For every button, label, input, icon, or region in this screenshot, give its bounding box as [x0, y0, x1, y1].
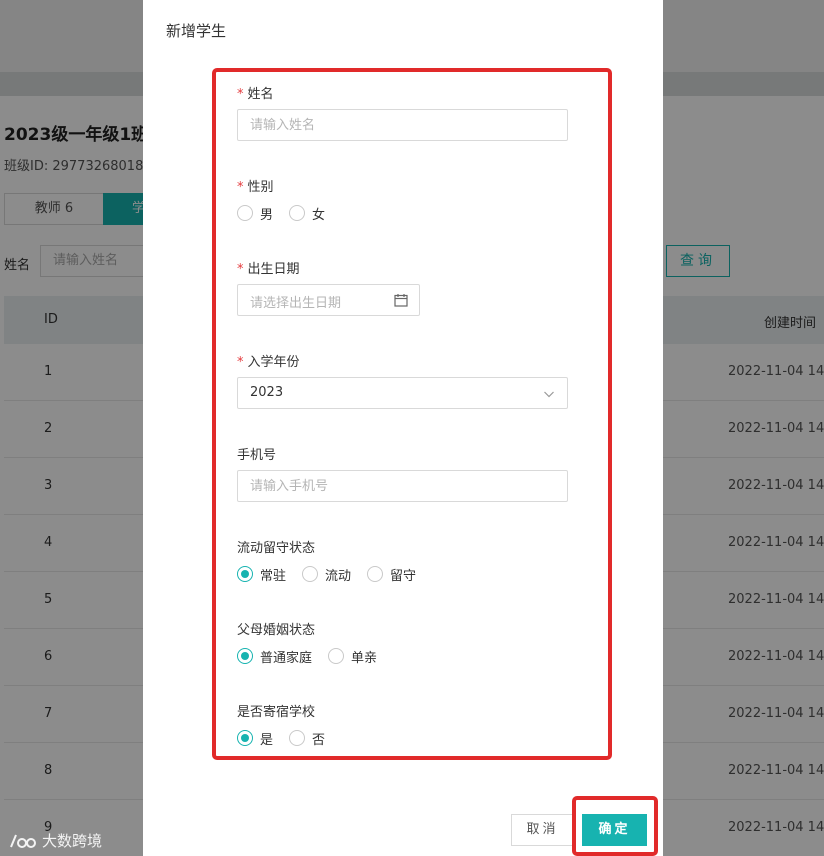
birth-date-picker[interactable]: 请选择出生日期 — [237, 284, 420, 316]
required-mark: * — [237, 180, 244, 195]
radio-circle[interactable] — [289, 205, 306, 221]
radio-circle[interactable] — [237, 730, 253, 746]
watermark-text: 大数跨境 — [42, 832, 103, 850]
watermark: 大数跨境 — [8, 830, 102, 851]
birth-date-label: * 出生日期 — [237, 262, 300, 277]
gender-radio-group: 男 女 — [237, 203, 341, 223]
mobility-radio-group: 常驻 流动 留守 — [237, 564, 432, 584]
gender-option-male[interactable]: 男 — [237, 204, 273, 223]
watermark-logo-icon — [10, 834, 36, 848]
radio-circle[interactable] — [237, 205, 253, 221]
birth-date-placeholder: 请选择出生日期 — [250, 296, 342, 311]
mobility-option-left-behind[interactable]: 留守 — [367, 565, 416, 584]
boarding-option-yes[interactable]: 是 — [237, 729, 273, 748]
gender-option-female[interactable]: 女 — [289, 204, 325, 223]
marital-status-label: 父母婚姻状态 — [237, 623, 316, 638]
chevron-down-icon[interactable] — [543, 388, 555, 400]
phone-label: 手机号 — [237, 448, 277, 463]
name-input[interactable] — [237, 109, 568, 141]
gender-label: * 性别 — [237, 180, 274, 195]
boarding-label: 是否寄宿学校 — [237, 705, 316, 720]
radio-circle[interactable] — [367, 566, 384, 582]
radio-circle[interactable] — [237, 648, 253, 664]
required-mark: * — [237, 262, 244, 277]
enrollment-year-select[interactable]: 2023 — [237, 377, 568, 409]
dialog-title: 新增学生 — [166, 22, 227, 40]
radio-circle[interactable] — [302, 566, 319, 582]
marital-option-normal[interactable]: 普通家庭 — [237, 647, 312, 666]
mobility-status-label: 流动留守状态 — [237, 541, 316, 556]
required-mark: * — [237, 355, 244, 370]
radio-circle[interactable] — [328, 648, 345, 664]
enrollment-year-value: 2023 — [250, 385, 284, 400]
mobility-option-migrant[interactable]: 流动 — [302, 565, 351, 584]
phone-input[interactable] — [237, 470, 568, 502]
boarding-option-no[interactable]: 否 — [289, 729, 325, 748]
marital-radio-group: 普通家庭 单亲 — [237, 646, 393, 666]
enrollment-year-label: * 入学年份 — [237, 355, 300, 370]
add-student-dialog: 新增学生 *姓名 *性别 男 女 *出生日期 请选择出生日期 *入学年份 202… — [143, 0, 663, 856]
radio-circle[interactable] — [289, 730, 306, 746]
radio-circle[interactable] — [237, 566, 253, 582]
name-label: * 姓名 — [237, 87, 274, 102]
required-mark: * — [237, 87, 244, 102]
cancel-button[interactable]: 取消 — [511, 814, 574, 846]
marital-option-single-parent[interactable]: 单亲 — [328, 647, 377, 666]
boarding-radio-group: 是 否 — [237, 728, 341, 748]
calendar-icon[interactable] — [394, 293, 408, 307]
confirm-button[interactable]: 确定 — [582, 814, 647, 846]
mobility-option-resident[interactable]: 常驻 — [237, 565, 286, 584]
